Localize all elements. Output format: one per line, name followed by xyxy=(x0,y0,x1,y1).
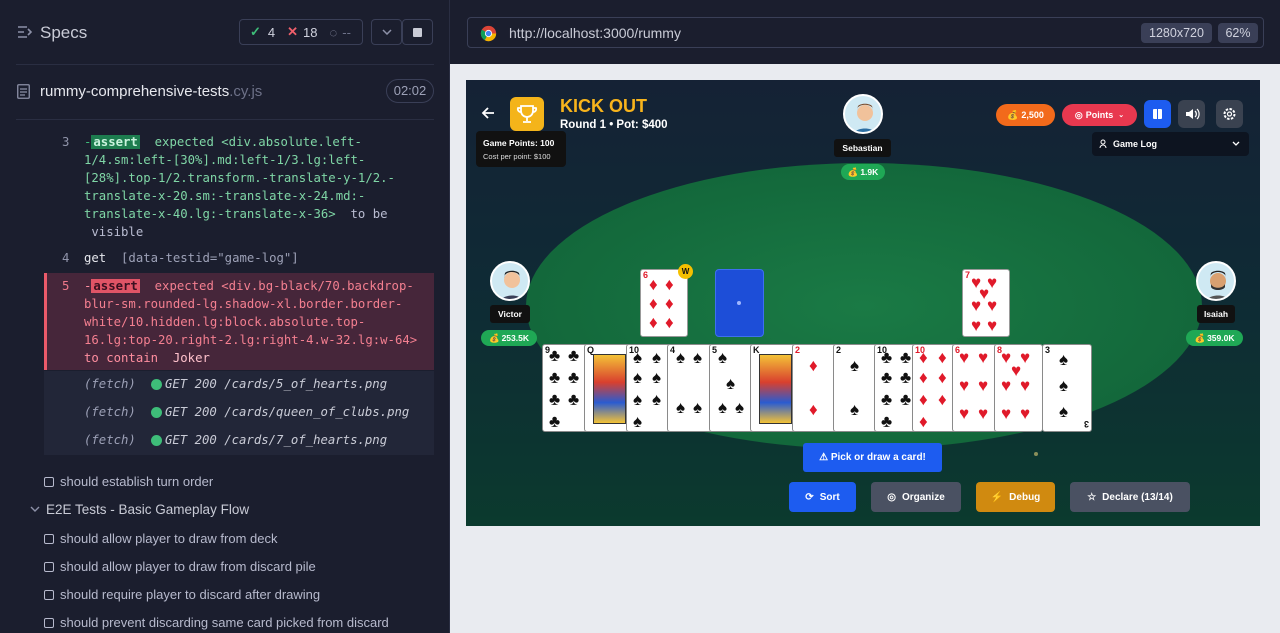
fetch-log[interactable]: (fetch) GET 200 /cards/5_of_hearts.png xyxy=(44,371,434,399)
chevron-down-icon xyxy=(1232,141,1240,146)
pick-or-draw-prompt: ⚠ Pick or draw a card! xyxy=(803,443,942,472)
declare-button[interactable]: ☆ Declare (13/14) xyxy=(1070,482,1190,512)
check-icon: ✓ xyxy=(250,24,261,39)
dropdown-button[interactable] xyxy=(371,19,402,45)
avatar xyxy=(490,261,530,301)
game-title: KICK OUT xyxy=(560,96,647,116)
users-icon xyxy=(1099,139,1107,149)
test-status-icon xyxy=(44,590,54,600)
status-dot-icon xyxy=(151,435,162,446)
coin-icon: 💰 xyxy=(1194,333,1206,343)
zoom-level: 62% xyxy=(1218,23,1258,43)
status-dot-icon xyxy=(151,407,162,418)
gear-icon xyxy=(1223,108,1236,120)
coin-icon: 💰 xyxy=(1007,109,1019,120)
assert-badge: assert xyxy=(91,279,140,293)
avatar xyxy=(843,94,883,134)
divider xyxy=(16,119,434,120)
x-icon: ✕ xyxy=(287,24,299,39)
status-dot-icon xyxy=(151,379,162,390)
cypress-runner-panel: Specs ✓ 4 ✕ 18 ◌ -- rummy-comprehensive-tes… xyxy=(0,0,450,633)
draw-deck[interactable] xyxy=(715,269,764,337)
game-log-dropdown[interactable]: Game Log xyxy=(1092,132,1249,156)
pending-count: ◌ -- xyxy=(329,24,351,40)
test-status-icon xyxy=(44,477,54,487)
rummy-game: KICK OUT Round 1 • Pot: $400 Game Points… xyxy=(466,80,1260,526)
lightning-icon: ⚡ xyxy=(990,491,1004,503)
specs-title[interactable]: Specs xyxy=(40,23,87,43)
test-status-icon xyxy=(44,534,54,544)
book-icon xyxy=(1153,109,1162,119)
coin-icon: 💰 xyxy=(847,167,859,177)
player-name: Sebastian xyxy=(834,139,891,157)
stop-button[interactable] xyxy=(402,19,433,45)
game-points-tooltip: Game Points: 100 Cost per point: $100 xyxy=(476,131,566,167)
chevron-down-icon: ⌄ xyxy=(1118,112,1125,119)
app-preview: http://localhost:3000/rummy 1280x720 62%… xyxy=(450,0,1280,633)
trophy-icon xyxy=(510,97,544,131)
url-text: http://localhost:3000/rummy xyxy=(509,25,681,41)
command-assert-pass[interactable]: 3 - assert expected <div.absolute.left- 1… xyxy=(44,133,434,245)
chevron-down-icon xyxy=(381,29,392,35)
command-assert-fail[interactable]: 5 - assert expected <div.bg-black/70.back… xyxy=(44,273,434,370)
target-icon: ◎ xyxy=(887,491,896,503)
sound-button[interactable] xyxy=(1178,100,1205,128)
spec-file-name: rummy-comprehensive-tests.cy.js xyxy=(40,83,263,100)
chrome-icon xyxy=(480,25,497,42)
url-strip: http://localhost:3000/rummy 1280x720 62% xyxy=(450,0,1280,64)
chevron-down-icon xyxy=(30,506,40,512)
hand-card[interactable]: 3 ♠ ♠ ♠ 3 xyxy=(1042,344,1092,432)
assert-badge: assert xyxy=(91,135,140,149)
specs-list-icon[interactable] xyxy=(17,25,33,39)
game-subtitle: Round 1 • Pot: $400 xyxy=(560,119,668,131)
book-icon-button[interactable] xyxy=(1144,100,1171,128)
stop-icon xyxy=(413,27,422,37)
organize-button[interactable]: ◎ Organize xyxy=(871,482,961,512)
hand-card[interactable]: 8 ♥ ♥ ♥ ♥ ♥ ♥ ♥ xyxy=(994,344,1043,432)
wild-badge: W xyxy=(678,264,693,279)
player-name: Victor xyxy=(490,305,530,323)
url-bar[interactable]: http://localhost:3000/rummy 1280x720 62% xyxy=(467,17,1264,48)
player-money: 💰 1.9K xyxy=(841,164,885,180)
sort-button[interactable]: ⟳ Sort xyxy=(789,482,856,512)
test-status-icon xyxy=(44,618,54,628)
viewport-size: 1280x720 xyxy=(1141,23,1212,43)
fetch-log[interactable]: (fetch) GET 200 /cards/queen_of_clubs.pn… xyxy=(44,399,434,427)
document-icon xyxy=(17,84,30,99)
passed-count: ✓ 4 xyxy=(250,24,276,40)
fetch-log[interactable]: (fetch) GET 200 /cards/7_of_hearts.png xyxy=(44,427,434,455)
target-icon: ◎ xyxy=(1074,109,1083,120)
deck-center-dot xyxy=(737,301,741,305)
failed-count: ✕ 18 xyxy=(287,24,318,40)
indicator-dot xyxy=(1034,452,1038,456)
points-dropdown[interactable]: ◎ Points ⌄ xyxy=(1062,104,1137,126)
player-money: 💰 359.0K xyxy=(1186,330,1243,346)
test-stats: ✓ 4 ✕ 18 ◌ -- xyxy=(239,19,363,45)
coin-icon: 💰 xyxy=(488,333,500,343)
spec-file-row[interactable]: rummy-comprehensive-tests.cy.js 02:02 xyxy=(16,78,434,106)
command-get[interactable]: 4 get [data-testid="game-log"] xyxy=(44,249,434,267)
divider xyxy=(16,64,434,65)
avatar xyxy=(1196,261,1236,301)
back-arrow-icon[interactable] xyxy=(481,106,495,120)
settings-button[interactable] xyxy=(1216,100,1243,128)
refresh-icon: ⟳ xyxy=(805,491,814,503)
test-status-icon xyxy=(44,562,54,572)
wild-joker-card: 6 ♦ ♦ ♦ ♦ ♦ ♦ xyxy=(640,269,688,337)
star-icon: ☆ xyxy=(1087,491,1097,503)
specs-header: Specs ✓ 4 ✕ 18 ◌ -- xyxy=(0,0,449,64)
discard-pile-card[interactable]: 7 ♥ ♥ ♥ ♥ ♥ ♥ ♥ xyxy=(962,269,1010,337)
speaker-icon xyxy=(1186,108,1200,120)
debug-button[interactable]: ⚡ Debug xyxy=(976,482,1055,512)
spinner-icon: ◌ xyxy=(329,24,338,40)
player-money: 💰 253.5K xyxy=(481,330,537,346)
coins-balance[interactable]: 💰 2,500 xyxy=(996,104,1055,126)
player-name: Isaiah xyxy=(1197,305,1235,323)
spec-duration: 02:02 xyxy=(386,79,434,103)
